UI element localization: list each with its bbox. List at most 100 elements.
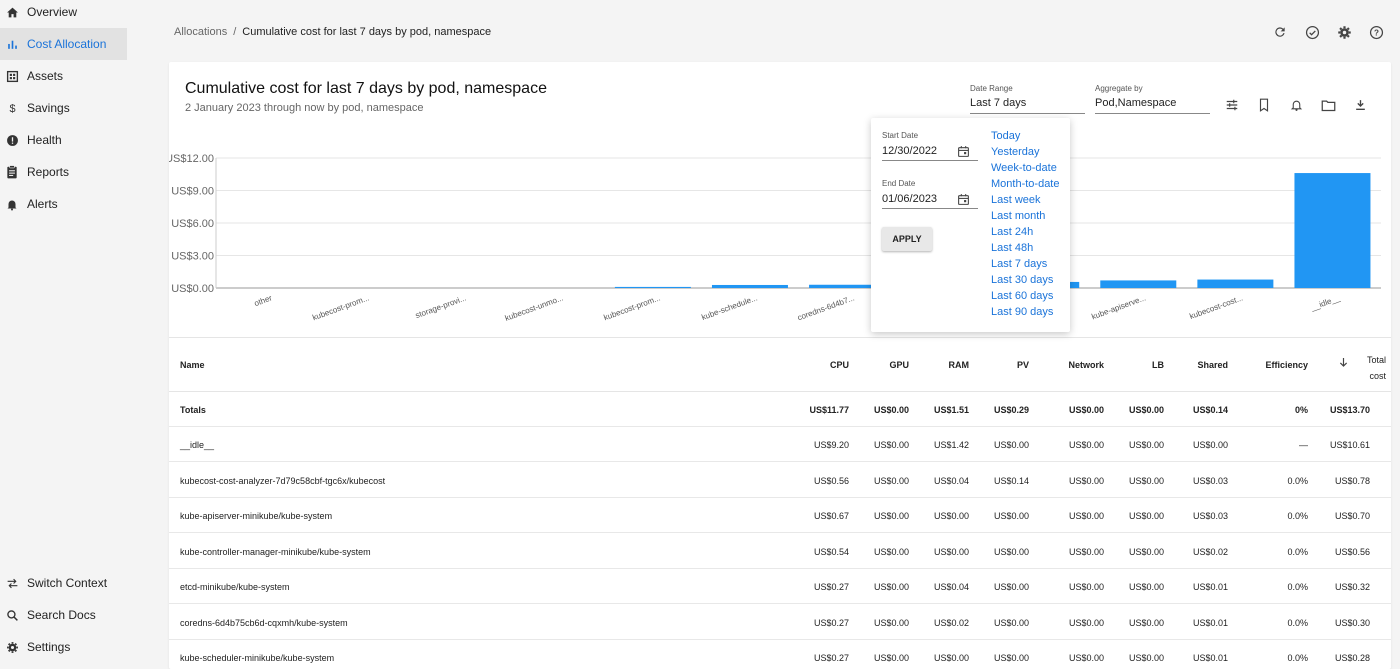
tune-icon[interactable] — [1224, 97, 1240, 113]
header-ram[interactable]: RAM — [949, 360, 970, 370]
svg-text:?: ? — [1374, 28, 1379, 37]
cell-network: US$0.00 — [1068, 582, 1104, 592]
chart-bar[interactable] — [614, 286, 691, 288]
cell-name: kube-apiserver-minikube/kube-system — [180, 511, 333, 521]
sidebar-item-switch-context[interactable]: Switch Context — [0, 567, 127, 599]
sidebar-item-settings[interactable]: Settings — [0, 631, 127, 663]
sidebar-item-overview[interactable]: Overview — [0, 0, 127, 28]
folder-icon[interactable] — [1320, 97, 1336, 113]
table-row[interactable]: kubecost-cost-analyzer-7d79c58cbf-tgc6x/… — [169, 463, 1391, 498]
apply-button[interactable]: APPLY — [882, 227, 932, 251]
table-row[interactable]: kube-controller-manager-minikube/kube-sy… — [169, 534, 1391, 569]
cell-gpu: US$0.00 — [873, 653, 909, 663]
cell-gpu: US$0.00 — [873, 475, 909, 486]
table-row[interactable]: coredns-6d4b75cb6d-cqxmh/kube-system US$0… — [169, 605, 1391, 640]
chart-bar[interactable] — [1294, 173, 1371, 288]
table-row[interactable]: __idle__ US$9.20 US$0.00 US$1.42 US$0.00 US$0… — [169, 427, 1391, 462]
report-subtitle: 2 January 2023 through now by pod, names… — [185, 102, 424, 114]
sidebar-item-label: Cost Allocation — [27, 37, 107, 51]
header-network[interactable]: Network — [1068, 360, 1104, 370]
cell-pv: US$0.00 — [993, 440, 1029, 450]
swap-icon — [5, 576, 19, 590]
search-icon — [5, 608, 19, 622]
sidebar-item-cost-allocation[interactable]: Cost Allocation — [0, 28, 127, 60]
preset-last-week[interactable]: Last week — [991, 193, 1059, 209]
chart-bar[interactable] — [711, 284, 788, 288]
aggregate-value[interactable]: Pod,Namespace — [1095, 97, 1210, 114]
table-row[interactable]: kube-apiserver-minikube/kube-system US$0.… — [169, 498, 1391, 533]
cell-gpu: US$0.00 — [873, 617, 909, 628]
header-lb[interactable]: LB — [1152, 360, 1164, 370]
cell-pv: US$0.00 — [993, 582, 1029, 592]
sidebar-item-label: Alerts — [27, 197, 58, 211]
cell-efficiency: 0.0% — [1287, 653, 1308, 663]
header-cpu[interactable]: CPU — [830, 360, 849, 370]
sidebar-item-search-docs[interactable]: Search Docs — [0, 599, 127, 631]
cost-bar-chart: US$0.00 US$3.00 US$6.00 US$9.00 US$12.00 othe… — [169, 153, 1381, 323]
preset-last-30-days[interactable]: Last 30 days — [991, 273, 1059, 289]
preset-month-to-date[interactable]: Month-to-date — [991, 177, 1059, 193]
header-gpu[interactable]: GPU — [889, 360, 909, 370]
cell-total: US$0.30 — [1334, 617, 1370, 628]
preset-week-to-date[interactable]: Week-to-date — [991, 161, 1059, 177]
totals-row[interactable]: Totals US$11.77 US$0.00 US$1.51 US$0.29 US$0.… — [169, 392, 1391, 427]
sidebar-item-label: Overview — [27, 5, 78, 19]
download-icon[interactable] — [1352, 97, 1368, 113]
sidebar-item-health[interactable]: Health — [0, 124, 127, 156]
cell-efficiency: 0.0% — [1287, 511, 1308, 521]
dollar-icon: $ — [5, 101, 19, 115]
cell-ram: US$0.04 — [933, 475, 969, 486]
help-icon[interactable]: ? — [1368, 24, 1384, 40]
cell-name: etcd-minikube/kube-system — [180, 582, 290, 592]
x-tick-label: kubecost-prom... — [311, 293, 370, 322]
header-efficiency[interactable]: Efficiency — [1265, 360, 1308, 370]
gear-icon — [5, 640, 19, 654]
breadcrumb-parent[interactable]: Allocations — [174, 26, 227, 38]
cell-name: kubecost-cost-analyzer-7d79c58cbf-tgc6x/… — [180, 475, 386, 486]
end-calendar-icon[interactable] — [957, 193, 971, 207]
clipboard-icon — [5, 165, 19, 179]
header-total-cost[interactable]: Total cost — [1367, 352, 1386, 384]
preset-today[interactable]: Today — [991, 129, 1059, 145]
cell-shared: US$0.01 — [1192, 617, 1228, 628]
cell-shared: US$0.01 — [1192, 582, 1228, 592]
x-tick-label: kube-schedule... — [700, 293, 758, 322]
sort-arrow-icon[interactable] — [1339, 357, 1348, 370]
preset-last-7-days[interactable]: Last 7 days — [991, 257, 1059, 273]
header-shared[interactable]: Shared — [1197, 360, 1228, 370]
preset-last-60-days[interactable]: Last 60 days — [991, 289, 1059, 305]
cell-total: US$0.56 — [1334, 546, 1370, 557]
preset-last-48h[interactable]: Last 48h — [991, 241, 1059, 257]
bookmark-icon[interactable] — [1256, 97, 1272, 113]
table-row[interactable]: etcd-minikube/kube-system US$0.27 US$0.00 U… — [169, 569, 1391, 604]
sidebar-item-savings[interactable]: $ Savings — [0, 92, 127, 124]
cost-chart: US$0.00 US$3.00 US$6.00 US$9.00 US$12.00 othe… — [169, 148, 1391, 328]
cell-gpu: US$0.00 — [873, 546, 909, 557]
cell-total: US$13.70 — [1329, 405, 1370, 415]
bell-icon[interactable] — [1288, 97, 1304, 113]
sidebar-item-reports[interactable]: Reports — [0, 156, 127, 188]
preset-yesterday[interactable]: Yesterday — [991, 145, 1059, 161]
preset-last-24h[interactable]: Last 24h — [991, 225, 1059, 241]
end-date-label: End Date — [882, 179, 916, 188]
cell-total: US$0.78 — [1334, 475, 1370, 486]
cell-ram: US$0.00 — [933, 546, 969, 557]
sidebar-item-alerts[interactable]: Alerts — [0, 188, 127, 220]
chart-bar[interactable] — [1197, 279, 1274, 288]
sidebar-item-assets[interactable]: Assets — [0, 60, 127, 92]
chart-bar[interactable] — [1100, 280, 1177, 288]
preset-last-90-days[interactable]: Last 90 days — [991, 305, 1059, 321]
aggregate-field[interactable]: Aggregate by Pod,Namespace — [1095, 84, 1210, 114]
settings-icon[interactable] — [1336, 24, 1352, 40]
date-range-field[interactable]: Date Range Last 7 days — [970, 84, 1085, 114]
header-pv[interactable]: PV — [1017, 360, 1029, 370]
sidebar-item-label: Health — [27, 133, 62, 147]
header-name[interactable]: Name — [180, 360, 205, 370]
table-row[interactable]: kube-scheduler-minikube/kube-system US$0.… — [169, 640, 1391, 669]
start-calendar-icon[interactable] — [957, 145, 971, 159]
date-range-value[interactable]: Last 7 days — [970, 97, 1085, 114]
preset-last-month[interactable]: Last month — [991, 209, 1059, 225]
aggregate-label: Aggregate by — [1095, 84, 1143, 93]
refresh-icon[interactable] — [1272, 24, 1288, 40]
check-circle-icon[interactable] — [1304, 24, 1320, 40]
